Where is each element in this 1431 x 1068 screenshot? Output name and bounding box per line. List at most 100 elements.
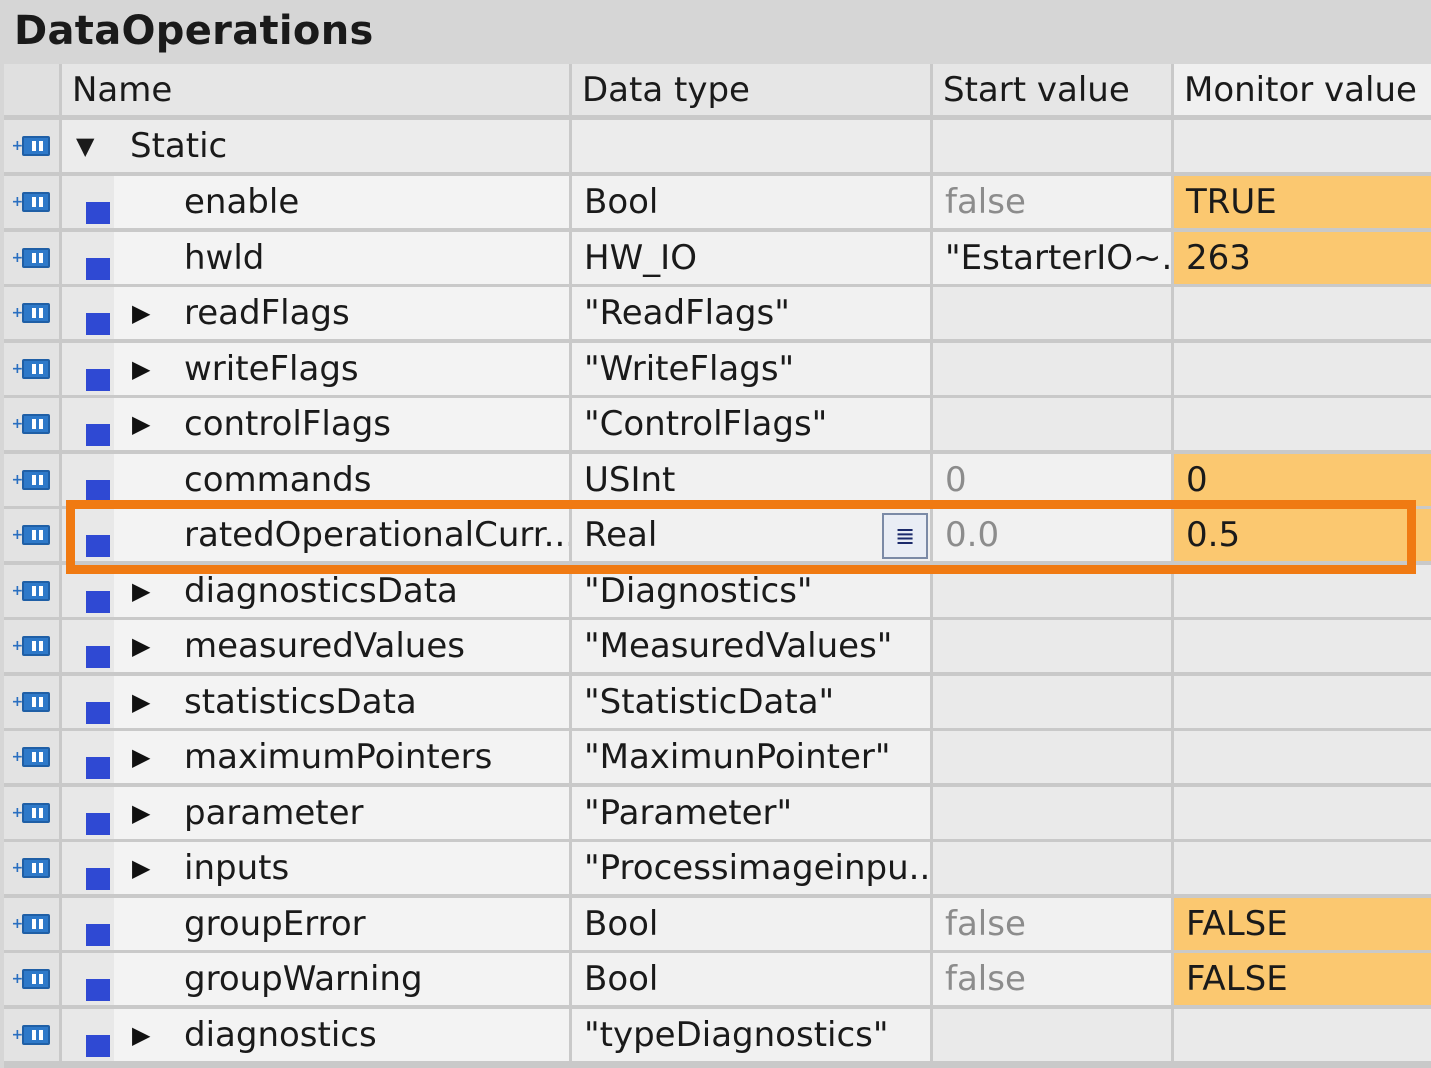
name-cell[interactable]: ▶ controlFlags xyxy=(62,398,572,450)
monitor-value-cell xyxy=(1174,676,1431,728)
name-cell[interactable]: ▶ parameter xyxy=(62,787,572,839)
table-row[interactable]: + commands USInt 0 0 xyxy=(4,454,1431,506)
name-cell[interactable]: hwld xyxy=(62,232,572,284)
data-type-cell[interactable]: Bool xyxy=(572,898,933,950)
start-value-cell[interactable]: "EstarterIO~... xyxy=(933,232,1174,284)
name-cell[interactable]: ▶ statisticsData xyxy=(62,676,572,728)
data-type-value: "Diagnostics" xyxy=(584,571,813,611)
table-row[interactable]: + enable Bool false TRUE xyxy=(4,176,1431,228)
start-value-cell[interactable]: false xyxy=(933,953,1174,1005)
name-cell[interactable]: ratedOperationalCurr... xyxy=(62,509,572,561)
table-row[interactable]: + ratedOperationalCurr... Real ≣ 0.0 0.5 xyxy=(4,509,1431,561)
monitor-value-cell xyxy=(1174,565,1431,617)
variable-name: writeFlags xyxy=(184,349,359,389)
header-monitor-value[interactable]: Monitor value xyxy=(1174,64,1431,118)
data-type-cell[interactable]: Bool xyxy=(572,953,933,1005)
monitor-value: 0.5 xyxy=(1186,515,1241,555)
name-cell[interactable]: ▶ inputs xyxy=(62,842,572,894)
expand-arrow-icon[interactable]: ▶ xyxy=(132,634,156,658)
table-row[interactable]: + ▶ inputs "Processimageinpu... xyxy=(4,842,1431,894)
name-cell[interactable]: ▶ measuredValues xyxy=(62,620,572,672)
start-value: "EstarterIO~... xyxy=(945,238,1174,278)
name-cell[interactable]: ▶ diagnostics xyxy=(62,1009,572,1061)
name-cell[interactable]: ▶ maximumPointers xyxy=(62,731,572,783)
collapse-arrow-icon[interactable]: ▼ xyxy=(76,134,94,158)
table-row[interactable]: + ▶ parameter "Parameter" xyxy=(4,787,1431,839)
data-type-cell[interactable]: "MaximunPointer" xyxy=(572,731,933,783)
data-type-cell[interactable]: Real ≣ xyxy=(572,509,933,561)
data-type-cell[interactable]: "Diagnostics" xyxy=(572,565,933,617)
data-type-cell[interactable]: "Processimageinpu... xyxy=(572,842,933,894)
interface-static-icon: + xyxy=(12,802,52,824)
static-section-row[interactable]: + ▼ Static xyxy=(4,120,1431,172)
start-value-cell[interactable]: false xyxy=(933,898,1174,950)
static-start-cell xyxy=(933,120,1174,172)
start-value: false xyxy=(945,959,1026,999)
table-row[interactable]: + ▶ statisticsData "StatisticData" xyxy=(4,676,1431,728)
expand-arrow-icon[interactable]: ▶ xyxy=(132,801,156,825)
header-data-type[interactable]: Data type xyxy=(572,64,933,118)
start-value-cell[interactable]: false xyxy=(933,176,1174,228)
interface-static-icon: + xyxy=(12,358,52,380)
table-row[interactable]: + ▶ measuredValues "MeasuredValues" xyxy=(4,620,1431,672)
name-cell[interactable]: enable xyxy=(62,176,572,228)
interface-static-icon: + xyxy=(12,968,52,990)
table-row[interactable]: + ▶ writeFlags "WriteFlags" xyxy=(4,343,1431,395)
data-type-value: HW_IO xyxy=(584,238,697,278)
table-row[interactable]: + ▶ maximumPointers "MaximunPointer" xyxy=(4,731,1431,783)
expand-arrow-icon[interactable]: ▶ xyxy=(132,690,156,714)
data-type-cell[interactable]: "MeasuredValues" xyxy=(572,620,933,672)
expand-arrow-icon[interactable]: ▶ xyxy=(132,412,156,436)
data-type-value: Bool xyxy=(584,182,659,222)
name-cell[interactable]: groupError xyxy=(62,898,572,950)
start-value-cell[interactable]: 0 xyxy=(933,454,1174,506)
expand-arrow-icon[interactable]: ▶ xyxy=(132,357,156,381)
table-row[interactable]: + hwld HW_IO "EstarterIO~... 263 xyxy=(4,232,1431,284)
monitor-value-cell xyxy=(1174,731,1431,783)
variable-icon xyxy=(86,202,110,224)
expand-arrow-icon[interactable]: ▶ xyxy=(132,1023,156,1047)
name-cell[interactable]: ▶ diagnosticsData xyxy=(62,565,572,617)
row-icon-cell: + xyxy=(4,953,62,1005)
data-type-cell[interactable]: "ControlFlags" xyxy=(572,398,933,450)
variable-name: diagnosticsData xyxy=(184,571,458,611)
monitor-value: 263 xyxy=(1186,238,1251,278)
variable-icon xyxy=(86,979,110,1001)
monitor-value-cell: 0 xyxy=(1174,454,1431,506)
row-icon-cell: + xyxy=(4,1009,62,1061)
data-type-cell[interactable]: "Parameter" xyxy=(572,787,933,839)
header-start-value[interactable]: Start value xyxy=(933,64,1174,118)
variable-icon xyxy=(86,813,110,835)
table-row[interactable]: + groupError Bool false FALSE xyxy=(4,898,1431,950)
table-row[interactable]: + ▶ diagnostics "typeDiagnostics" xyxy=(4,1009,1431,1061)
table-row[interactable]: + groupWarning Bool false FALSE xyxy=(4,953,1431,1005)
table-row[interactable]: + ▶ readFlags "ReadFlags" xyxy=(4,287,1431,339)
data-type-cell[interactable]: "StatisticData" xyxy=(572,676,933,728)
header-icon-column xyxy=(4,64,62,118)
expand-arrow-icon[interactable]: ▶ xyxy=(132,301,156,325)
data-type-cell[interactable]: HW_IO xyxy=(572,232,933,284)
data-type-cell[interactable]: USInt xyxy=(572,454,933,506)
data-type-cell[interactable]: Bool xyxy=(572,176,933,228)
name-cell[interactable]: groupWarning xyxy=(62,953,572,1005)
data-type-cell[interactable]: "typeDiagnostics" xyxy=(572,1009,933,1061)
name-cell[interactable]: ▶ readFlags xyxy=(62,287,572,339)
data-type-cell[interactable]: "ReadFlags" xyxy=(572,287,933,339)
expand-arrow-icon[interactable]: ▶ xyxy=(132,856,156,880)
table-row[interactable]: + ▶ controlFlags "ControlFlags" xyxy=(4,398,1431,450)
name-cell[interactable]: ▶ writeFlags xyxy=(62,343,572,395)
static-name-cell[interactable]: ▼ Static xyxy=(62,120,572,172)
table-row[interactable]: + ▶ diagnosticsData "Diagnostics" xyxy=(4,565,1431,617)
start-value-cell xyxy=(933,787,1174,839)
expand-arrow-icon[interactable]: ▶ xyxy=(132,745,156,769)
header-name[interactable]: Name xyxy=(62,64,572,118)
monitor-value: 0 xyxy=(1186,460,1208,500)
list-icon[interactable]: ≣ xyxy=(882,513,928,559)
data-type-cell[interactable]: "WriteFlags" xyxy=(572,343,933,395)
variable-icon xyxy=(86,313,110,335)
name-cell[interactable]: commands xyxy=(62,454,572,506)
interface-static-icon: + xyxy=(12,746,52,768)
start-value-cell[interactable]: 0.0 xyxy=(933,509,1174,561)
row-icon-cell: + xyxy=(4,565,62,617)
expand-arrow-icon[interactable]: ▶ xyxy=(132,579,156,603)
